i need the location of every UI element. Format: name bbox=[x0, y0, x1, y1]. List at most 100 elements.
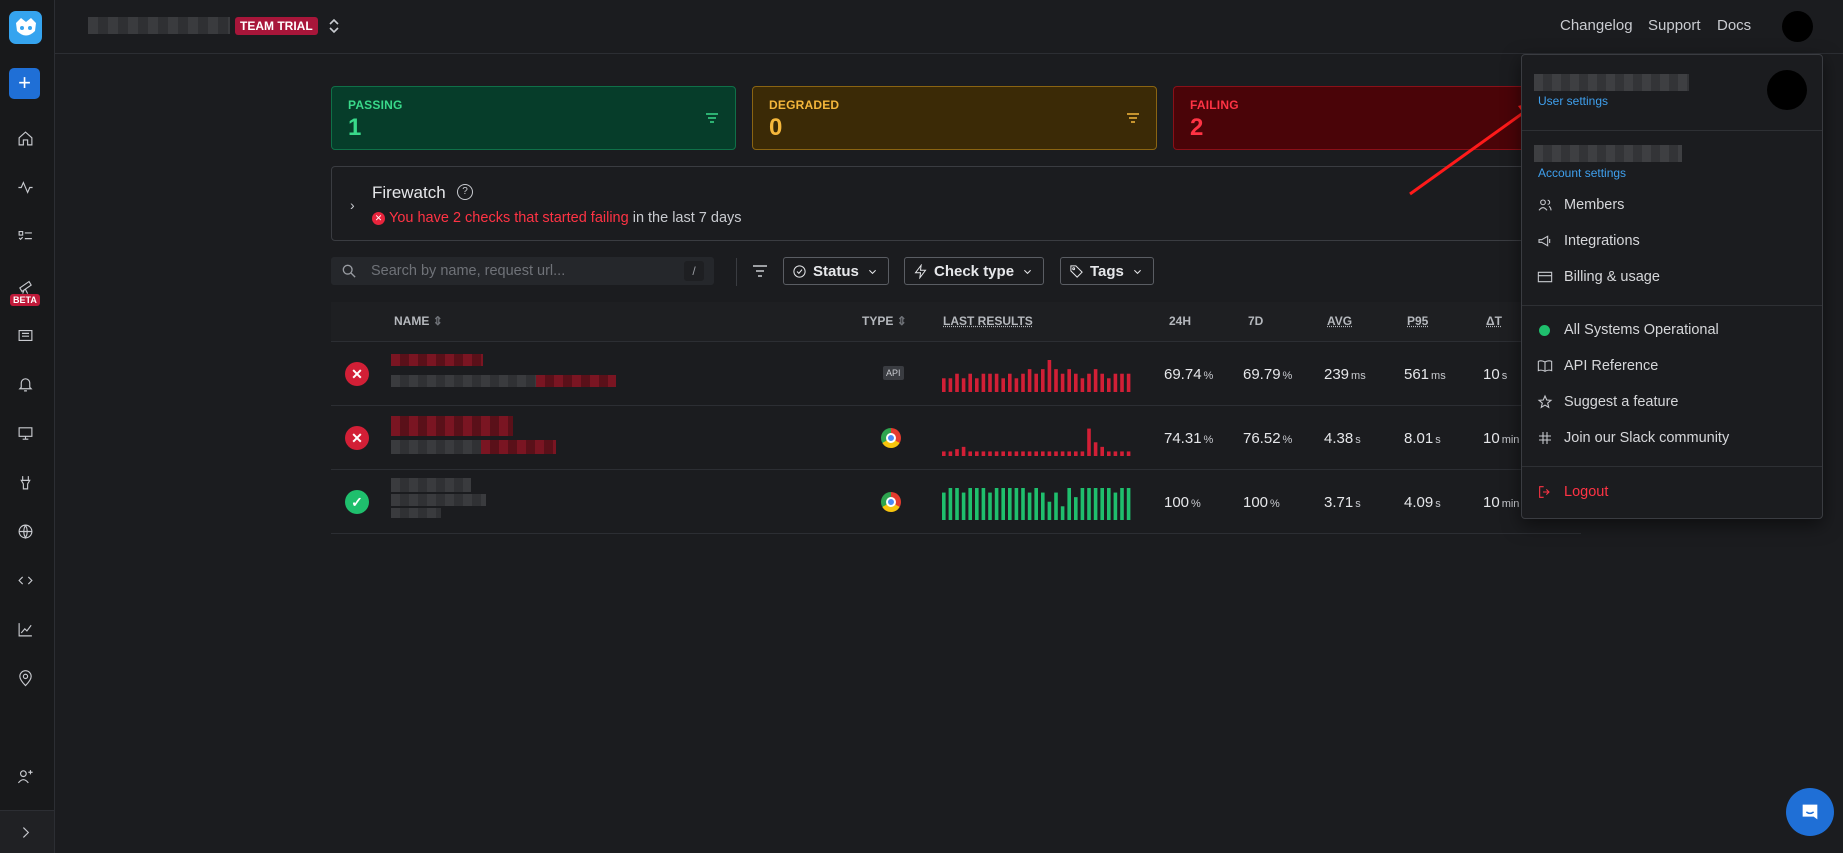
chart-icon[interactable] bbox=[14, 618, 36, 640]
result-bar[interactable] bbox=[1014, 378, 1019, 392]
result-bar[interactable] bbox=[1034, 451, 1038, 456]
filter-icon[interactable] bbox=[1126, 112, 1140, 124]
result-bar[interactable] bbox=[1021, 451, 1025, 456]
result-bar[interactable] bbox=[1060, 506, 1065, 520]
result-bar[interactable] bbox=[1008, 451, 1012, 456]
billing-item[interactable]: Billing & usage bbox=[1537, 269, 1660, 285]
account-switcher-icon[interactable] bbox=[327, 17, 341, 35]
table-row[interactable]: ✕ API 69.74% 69.79% 239 ms 561 ms 10 s bbox=[331, 342, 1581, 406]
checklist-icon[interactable] bbox=[14, 225, 36, 247]
result-bar[interactable] bbox=[948, 378, 953, 392]
result-bar[interactable] bbox=[948, 488, 953, 520]
result-bar[interactable] bbox=[1021, 373, 1025, 392]
docs-link[interactable]: Docs bbox=[1717, 17, 1751, 34]
degraded-card[interactable]: DEGRADED 0 bbox=[752, 86, 1157, 150]
result-bar[interactable] bbox=[975, 378, 979, 392]
result-bar[interactable] bbox=[1001, 378, 1005, 392]
result-bar[interactable] bbox=[1034, 488, 1038, 520]
result-bar[interactable] bbox=[988, 373, 992, 392]
result-bar[interactable] bbox=[1041, 369, 1045, 392]
result-bar[interactable] bbox=[948, 451, 953, 456]
result-bar[interactable] bbox=[1126, 451, 1131, 456]
table-row[interactable]: ✕ 74.31% 76.52% 4.38 s 8.01 s 10 min bbox=[331, 406, 1581, 470]
result-bar[interactable] bbox=[1074, 373, 1078, 392]
dashboard-list-icon[interactable] bbox=[14, 324, 36, 346]
result-bar[interactable] bbox=[994, 373, 999, 392]
result-bar[interactable] bbox=[1126, 373, 1131, 392]
result-bar[interactable] bbox=[1001, 451, 1005, 456]
result-bar[interactable] bbox=[1027, 451, 1032, 456]
last-results-bars[interactable] bbox=[942, 356, 1132, 392]
result-bar[interactable] bbox=[1041, 492, 1045, 520]
result-bar[interactable] bbox=[1113, 451, 1118, 456]
result-bar[interactable] bbox=[1120, 488, 1124, 520]
result-bar[interactable] bbox=[1054, 492, 1058, 520]
sidebar-expand[interactable] bbox=[0, 810, 54, 853]
result-bar[interactable] bbox=[1126, 488, 1131, 520]
result-bar[interactable] bbox=[1107, 451, 1111, 456]
result-bar[interactable] bbox=[1054, 451, 1058, 456]
result-bar[interactable] bbox=[988, 492, 992, 520]
globe-icon[interactable] bbox=[14, 520, 36, 542]
result-bar[interactable] bbox=[1080, 488, 1085, 520]
result-bar[interactable] bbox=[961, 446, 966, 456]
result-bar[interactable] bbox=[1047, 501, 1052, 520]
result-bar[interactable] bbox=[955, 488, 959, 520]
result-bar[interactable] bbox=[1107, 378, 1111, 392]
api-reference-item[interactable]: API Reference bbox=[1537, 358, 1658, 374]
result-bar[interactable] bbox=[1120, 451, 1124, 456]
result-bar[interactable] bbox=[1100, 446, 1104, 456]
result-bar[interactable] bbox=[1074, 451, 1078, 456]
result-bar[interactable] bbox=[1060, 451, 1065, 456]
result-bar[interactable] bbox=[1080, 451, 1085, 456]
chat-support-button[interactable] bbox=[1786, 788, 1834, 836]
last-results-bars[interactable] bbox=[942, 420, 1132, 456]
result-bar[interactable] bbox=[1080, 378, 1085, 392]
result-bar[interactable] bbox=[981, 451, 986, 456]
p95-header[interactable]: P95 bbox=[1407, 314, 1428, 328]
h24-header[interactable]: 24H bbox=[1169, 314, 1191, 328]
last-results-header[interactable]: LAST RESULTS bbox=[943, 314, 1033, 328]
activity-icon[interactable] bbox=[14, 176, 36, 198]
tools-icon[interactable] bbox=[14, 471, 36, 493]
system-status-item[interactable]: All Systems Operational bbox=[1537, 322, 1719, 338]
result-bar[interactable] bbox=[1087, 373, 1091, 392]
result-bar[interactable] bbox=[1100, 373, 1104, 392]
result-bar[interactable] bbox=[1041, 451, 1045, 456]
result-bar[interactable] bbox=[961, 492, 966, 520]
result-bar[interactable] bbox=[961, 378, 966, 392]
result-bar[interactable] bbox=[975, 488, 979, 520]
result-bar[interactable] bbox=[1067, 488, 1071, 520]
result-bar[interactable] bbox=[1100, 488, 1104, 520]
result-bar[interactable] bbox=[1093, 442, 1098, 456]
result-bar[interactable] bbox=[1087, 428, 1091, 456]
help-icon[interactable]: ? bbox=[457, 184, 473, 200]
result-bar[interactable] bbox=[968, 373, 972, 392]
result-bar[interactable] bbox=[1113, 373, 1118, 392]
result-bar[interactable] bbox=[1093, 488, 1098, 520]
result-bar[interactable] bbox=[1027, 492, 1032, 520]
search-box[interactable]: / bbox=[331, 257, 714, 285]
result-bar[interactable] bbox=[942, 492, 946, 520]
support-link[interactable]: Support bbox=[1648, 17, 1701, 34]
home-icon[interactable] bbox=[14, 127, 36, 149]
result-bar[interactable] bbox=[942, 378, 946, 392]
table-row[interactable]: ✓ 100% 100% 3.71 s 4.09 s 10 min bbox=[331, 470, 1581, 534]
user-avatar[interactable] bbox=[1782, 11, 1813, 42]
search-input[interactable] bbox=[371, 257, 671, 285]
create-new-button[interactable]: + bbox=[9, 68, 40, 99]
result-bar[interactable] bbox=[1027, 369, 1032, 392]
result-bar[interactable] bbox=[1054, 369, 1058, 392]
result-bar[interactable] bbox=[1034, 373, 1038, 392]
result-bar[interactable] bbox=[1047, 451, 1052, 456]
bell-icon[interactable] bbox=[14, 373, 36, 395]
account-settings-link[interactable]: Account settings bbox=[1538, 166, 1626, 180]
passing-card[interactable]: PASSING 1 bbox=[331, 86, 736, 150]
result-bar[interactable] bbox=[1074, 497, 1078, 520]
type-column-header[interactable]: TYPE ⇕ bbox=[862, 314, 907, 328]
result-bar[interactable] bbox=[1014, 451, 1019, 456]
checkly-logo[interactable] bbox=[9, 11, 42, 44]
add-user-icon[interactable] bbox=[14, 765, 36, 787]
check-type-filter[interactable]: Check type bbox=[904, 257, 1045, 285]
result-bar[interactable] bbox=[1093, 369, 1098, 392]
